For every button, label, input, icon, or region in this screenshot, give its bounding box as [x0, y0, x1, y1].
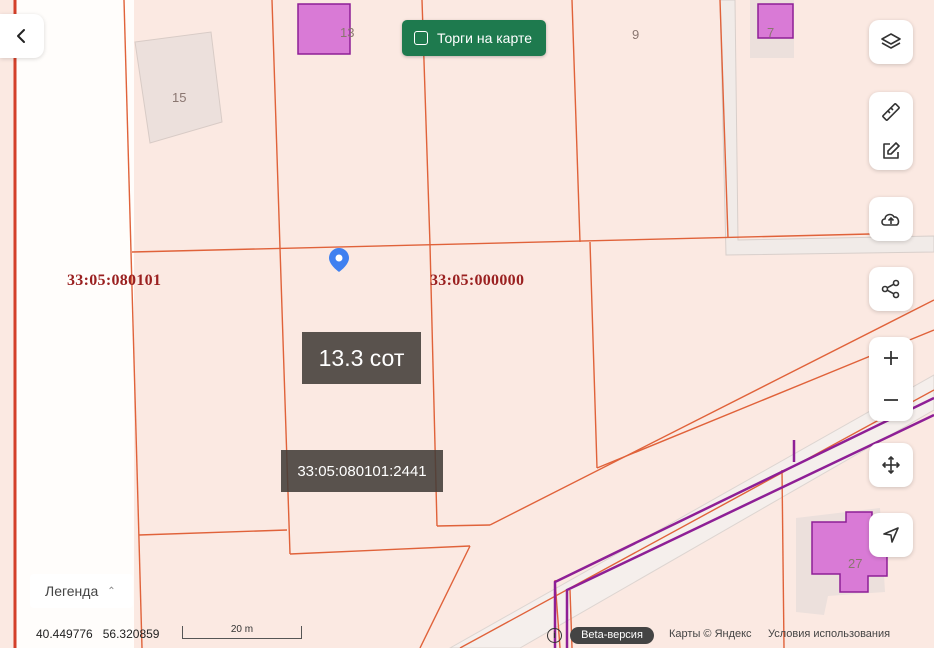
terms-link[interactable]: Условия использования	[768, 628, 890, 640]
map-canvas[interactable]	[0, 0, 934, 648]
share-button[interactable]	[869, 267, 913, 311]
info-icon[interactable]: i	[547, 628, 562, 643]
locate-icon	[879, 523, 903, 547]
cadastral-number-label[interactable]: 33:05:080101:2441	[281, 450, 443, 492]
coordinates-readout: 40.449776 56.320859	[36, 627, 159, 641]
legend-button[interactable]: Легенда ⌃	[30, 574, 133, 608]
layers-icon	[879, 30, 903, 54]
upload-button[interactable]	[869, 197, 913, 241]
torgi-toggle-button[interactable]: Торги на карте	[402, 20, 546, 56]
chevron-up-icon: ⌃	[107, 585, 116, 597]
house-number-7: 7	[767, 25, 775, 40]
share-icon	[879, 277, 903, 301]
move-icon	[879, 453, 903, 477]
legend-label: Легенда	[45, 583, 99, 599]
house-number-13: 13	[340, 25, 355, 40]
edit-icon[interactable]	[879, 139, 903, 163]
torgi-checkbox[interactable]	[414, 31, 428, 45]
house-number-15: 15	[172, 90, 187, 105]
cloud-upload-icon	[879, 207, 903, 231]
layers-button[interactable]	[869, 20, 913, 64]
scale-label: 20 m	[230, 624, 254, 635]
building-7	[757, 3, 794, 39]
back-button[interactable]	[0, 14, 44, 58]
quarter-label-left: 33:05:080101	[67, 272, 162, 289]
beta-badge: Beta-версия	[570, 627, 654, 644]
move-button[interactable]	[869, 443, 913, 487]
latitude: 56.320859	[102, 627, 160, 641]
zoom-out-icon[interactable]	[879, 388, 903, 412]
road-strip	[14, 0, 134, 648]
ruler-icon[interactable]	[879, 100, 903, 124]
longitude: 40.449776	[36, 627, 93, 641]
tools-group	[869, 92, 913, 170]
back-icon	[10, 24, 34, 48]
torgi-label: Торги на карте	[437, 30, 532, 46]
parcel-area-label: 13.3 сот	[302, 332, 421, 384]
copyright-link[interactable]: Карты © Яндекс	[669, 628, 752, 640]
house-number-27: 27	[848, 556, 863, 571]
zoom-in-icon[interactable]	[879, 346, 903, 370]
locate-button[interactable]	[869, 513, 913, 557]
quarter-label-right: 33:05:000000	[430, 272, 525, 289]
house-number-9: 9	[632, 27, 640, 42]
zoom-group	[869, 337, 913, 421]
scale-bar: 20 m	[182, 624, 302, 639]
